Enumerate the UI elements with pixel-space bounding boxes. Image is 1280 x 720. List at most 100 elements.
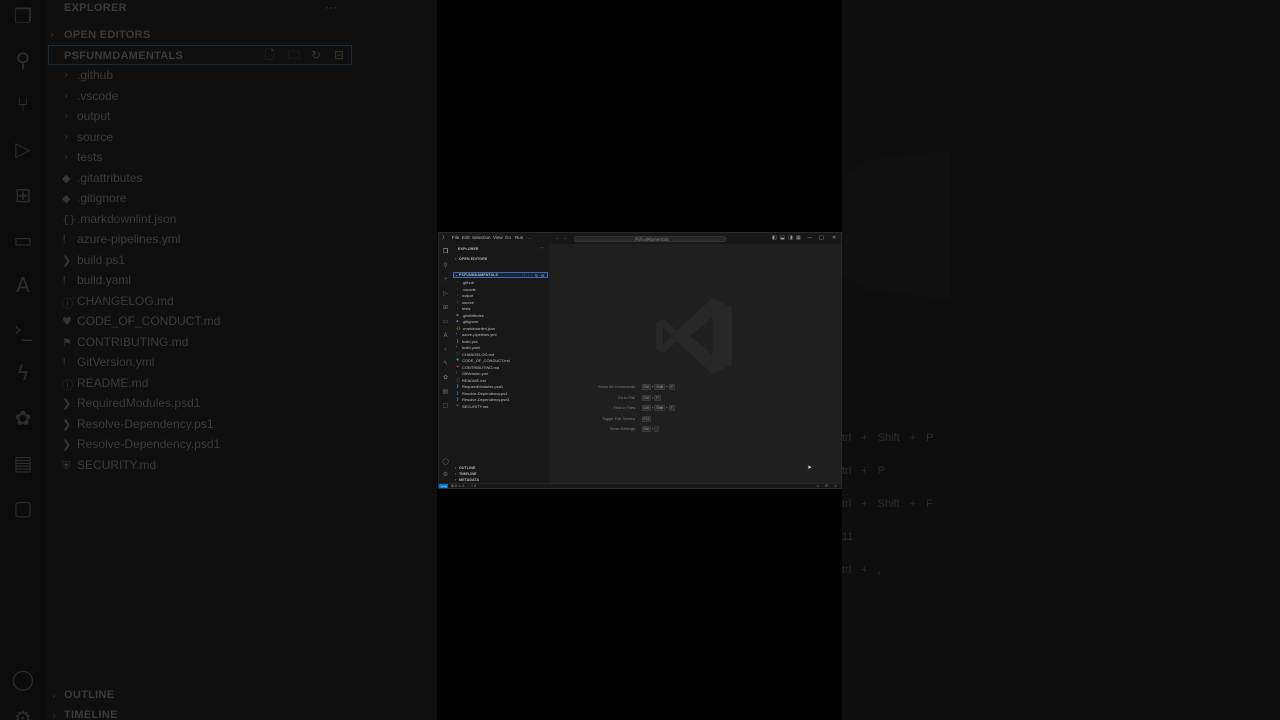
backdrop-key: + [861,465,868,477]
tree-item[interactable]: ♥ CODE_OF_CONDUCT.md [452,358,548,364]
terminal-icon[interactable]: › [442,346,449,353]
backdrop-chevron-icon: › [64,150,69,163]
sync-icon[interactable]: ⟳ [825,484,828,488]
new-file-icon[interactable]: 🗋 [522,273,525,278]
tree-item[interactable]: ❯ Resolve-Dependency.psd1 [452,397,548,403]
outline-header[interactable]: OUTLINE [459,466,475,470]
minimize-button[interactable]: — [807,235,812,241]
tree-item-label: build.yaml [462,345,481,350]
open-editors-header[interactable]: OPEN EDITORS [459,257,487,261]
tree-item[interactable]: ❯ RequiredModules.psd1 [452,384,548,390]
tree-item[interactable]: › .github [452,280,548,286]
tree-item[interactable]: ⚑ CONTRIBUTING.md [452,365,548,371]
tree-item[interactable]: › tests [452,306,548,312]
key-cap: Shift [654,405,666,411]
search-text: PSFunMamentals [635,236,670,242]
menu-run[interactable]: Run [515,235,523,240]
extensions-icon[interactable]: ⊞ [442,304,449,311]
command-center-search[interactable]: PSFunMamentals [574,235,726,242]
backdrop-run-debug-icon: ▷ [15,137,31,161]
back-arrow-icon[interactable]: ← [555,235,560,240]
testing-icon[interactable]: ▤ [442,388,449,395]
maximize-button[interactable]: □ [819,235,824,241]
customize-layout-icon[interactable]: ▦ [796,235,801,241]
new-folder-icon[interactable]: 🗀 [528,273,532,278]
tree-item[interactable]: › source [452,300,548,306]
tree-item[interactable]: ❯ Resolve-Dependency.ps1 [452,391,548,397]
collapse-all-icon[interactable]: ⊟ [541,273,544,278]
sidebar-toggle-icon[interactable]: ◧ [772,235,777,241]
ports-count[interactable]: ⑂ 0 [471,484,476,488]
key-cap: F11 [641,415,652,422]
run-debug-icon[interactable]: ▷ [442,290,449,297]
panel-toggle-icon[interactable]: ⬓ [780,235,785,241]
tree-item[interactable]: › .vscode [452,287,548,293]
close-button[interactable]: ✕ [832,235,836,241]
tree-item[interactable]: {} .markdownlint.json [452,326,548,332]
file-type-icon: ❯ [456,390,460,395]
account-icon[interactable]: ◯ [442,458,449,465]
more-actions-icon[interactable]: ··· [540,246,544,250]
tree-item-label: .gitattributes [462,312,484,318]
remote-indicator-button[interactable]: ⟷ [439,484,448,488]
tree-item[interactable]: ! azure-pipelines.yml [452,332,548,338]
search-icon[interactable]: ⚲ [442,262,449,269]
tree-item[interactable]: ⓘ CHANGELOG.md [452,352,548,358]
backdrop-explorer-title: EXPLORER [64,2,127,14]
tree-item[interactable]: › output [452,293,548,299]
tree-item[interactable]: ◆ .gitattributes [452,313,548,319]
lightning-icon[interactable]: ϟ [442,360,449,367]
settings-gear-icon[interactable]: ⚙ [442,471,449,478]
menu-go[interactable]: Go [505,235,511,240]
bell-icon[interactable]: ♫ [834,484,837,488]
explorer-title: EXPLORER [458,247,479,251]
tree-item[interactable]: ⓘ README.md [452,378,548,384]
menu-file[interactable]: File [452,235,459,240]
backdrop-chevron-icon: › [50,28,55,41]
forward-arrow-icon[interactable]: → [563,235,568,240]
backdrop-file-type-icon: ⓘ [62,296,73,310]
backdrop-tree-label: .vscode [77,88,119,103]
menu-edit[interactable]: Edit [462,235,470,240]
backdrop-key: trl [842,498,852,510]
file-type-icon: ⓘ [456,351,460,356]
backdrop-collapse-icon: ⊟ [334,48,345,62]
backdrop-tree-label: tests [77,150,103,164]
tree-item[interactable]: ◆ .gitignore [452,319,548,325]
source-control-icon[interactable]: ⑂ [442,276,449,283]
file-type-icon: ❯ [456,397,460,401]
refresh-icon[interactable]: ↻ [535,273,538,278]
timeline-chevron-icon[interactable]: › [455,472,456,476]
remote-explorer-icon[interactable]: ▭ [442,318,449,325]
problems-count[interactable]: ⊗ 0 ⚠ 0 [451,484,464,488]
azure-icon[interactable]: A [442,332,449,339]
outline-chevron-icon[interactable]: › [455,466,456,470]
tree-item[interactable]: ⛨ SECURITY.md [452,404,548,410]
metadata-header[interactable]: METADATA [459,478,479,482]
timeline-header[interactable]: TIMELINE [459,472,477,476]
backdrop-timeline: TIMELINE [64,709,118,720]
backdrop-file-type-icon: ◆ [62,171,71,185]
tree-item[interactable]: ! build.yaml [452,345,548,351]
menu-view[interactable]: View [493,235,503,240]
copilot-icon[interactable]: ☺ [816,484,820,488]
tree-item[interactable]: ❯ build.ps1 [452,339,548,345]
status-bar: ⟷ ⊗ 0 ⚠ 0 ⑂ 0 ☺ ⟳ ♫ [439,483,841,488]
file-type-icon: ! [456,332,458,336]
backdrop-file-type-icon: ⛨ [62,458,71,472]
chat-icon[interactable]: ▢ [442,402,449,409]
tree-item[interactable]: ! GitVersion.yml [452,371,548,377]
backdrop-chevron-icon: › [64,129,69,143]
backdrop-file-type-icon: ⓘ [62,378,73,392]
menu-selection[interactable]: Selection [472,235,491,240]
secondary-sidebar-icon[interactable]: ◨ [788,235,793,241]
metadata-chevron-icon[interactable]: › [455,478,456,482]
backdrop-chevron-icon: › [64,109,69,122]
octopus-icon[interactable]: ✿ [442,374,449,381]
backdrop-chevron-icon: › [64,88,69,102]
backdrop-tree-label: RequiredModules.psd1 [77,396,201,410]
files-icon[interactable]: ❐ [442,248,449,255]
chevron-right-icon[interactable]: › [455,257,456,261]
backdrop-shortcut-row: 11 [842,531,863,543]
menu-more[interactable]: … [528,235,533,240]
